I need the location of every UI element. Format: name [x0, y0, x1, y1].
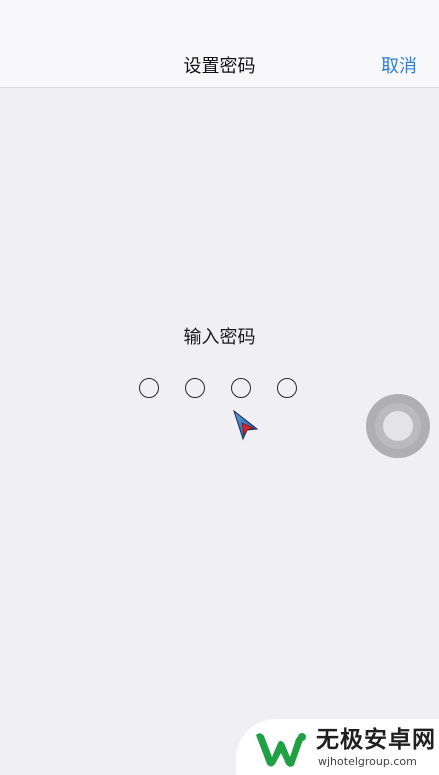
cancel-button[interactable]: 取消	[381, 53, 417, 81]
watermark: 无极安卓网 wjhotelgroup.com	[236, 719, 439, 775]
passcode-dot-4	[277, 378, 297, 398]
assistive-touch-icon	[383, 411, 413, 441]
assistive-touch-button[interactable]	[366, 394, 430, 458]
wm-logo-icon	[256, 733, 306, 767]
passcode-dot-2	[185, 378, 205, 398]
passcode-prompt: 输入密码	[183, 327, 256, 348]
watermark-url: wjhotelgroup.com	[318, 755, 417, 768]
pointer-arrow-icon	[233, 409, 259, 441]
passcode-dot-1	[139, 378, 159, 398]
passcode-dots[interactable]	[139, 378, 301, 400]
passcode-dot-3	[231, 378, 251, 398]
navigation-bar: 设置密码 取消	[0, 0, 439, 88]
page-title: 设置密码	[183, 56, 256, 77]
watermark-name: 无极安卓网	[316, 727, 436, 753]
